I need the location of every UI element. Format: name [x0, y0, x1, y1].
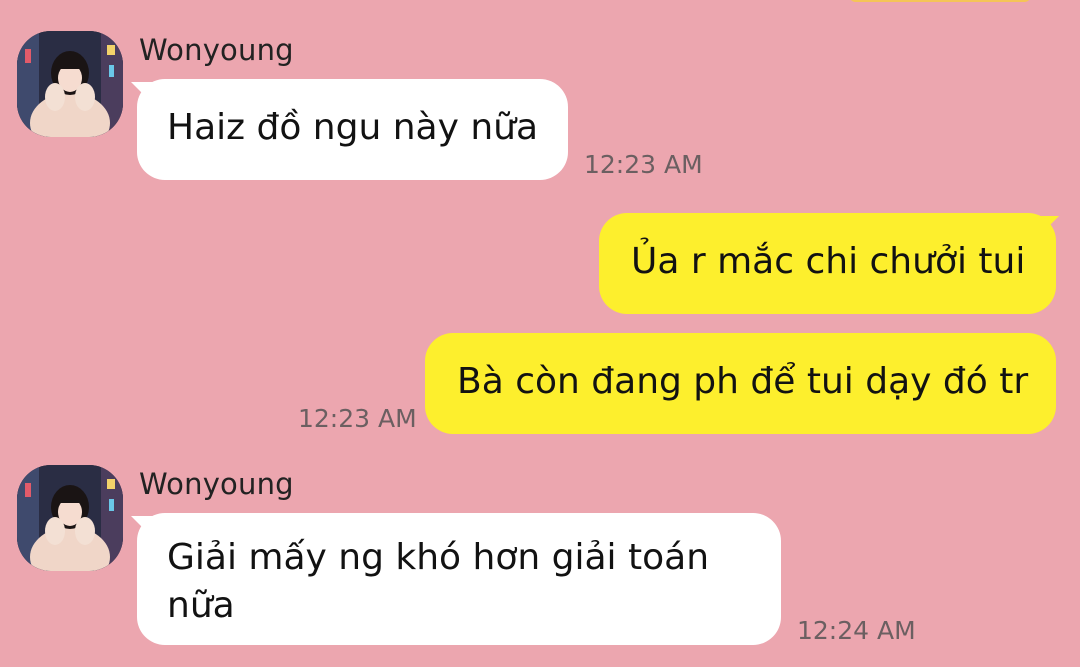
sender-avatar[interactable] [17, 31, 123, 137]
message-text: Bà còn đang ph để tui dạy đó tr [457, 361, 1029, 402]
incoming-message-bubble[interactable]: Giải mấy ng khó hơn giải toán nữa [137, 513, 781, 645]
sender-avatar[interactable] [17, 465, 123, 571]
sender-name: Wonyoung [139, 467, 294, 501]
message-text: Ủa r mắc chi chưởi tui [631, 241, 1026, 282]
message-text: Giải mấy ng khó hơn giải toán nữa [167, 537, 710, 626]
message-timestamp: 12:23 AM [584, 150, 703, 179]
message-timestamp: 12:24 AM [797, 616, 916, 645]
avatar-photo-icon [17, 31, 123, 137]
previous-message-bubble-edge [850, 0, 1030, 2]
message-text: Haiz đồ ngu này nữa [167, 107, 539, 148]
incoming-message-bubble[interactable]: Haiz đồ ngu này nữa [137, 79, 568, 180]
outgoing-message-bubble[interactable]: Bà còn đang ph để tui dạy đó tr [425, 333, 1056, 434]
message-timestamp: 12:23 AM [298, 404, 417, 433]
outgoing-message-bubble[interactable]: Ủa r mắc chi chưởi tui [599, 213, 1056, 314]
avatar-photo-icon [17, 465, 123, 571]
sender-name: Wonyoung [139, 33, 294, 67]
